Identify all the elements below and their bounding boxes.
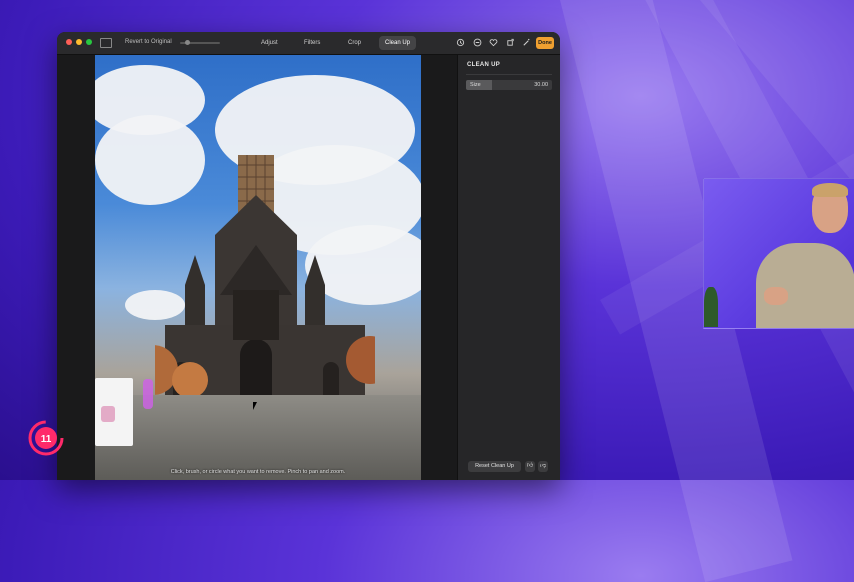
van-logo	[101, 406, 115, 422]
rotate-icon[interactable]	[506, 38, 515, 47]
zoom-slider-knob[interactable]	[185, 40, 190, 45]
logo-text: 11	[41, 434, 52, 445]
reset-clean-up-button[interactable]: Reset Clean Up	[468, 461, 521, 472]
tab-crop[interactable]: Crop	[342, 36, 367, 50]
tab-filters[interactable]: Filters	[298, 36, 326, 50]
presenter-hair	[812, 183, 848, 197]
zoom-window-button[interactable]	[86, 39, 92, 45]
close-window-button[interactable]	[66, 39, 72, 45]
tab-adjust[interactable]: Adjust	[255, 36, 284, 50]
minimize-window-button[interactable]	[76, 39, 82, 45]
toolbar: Revert to Original Adjust Filters Crop C…	[57, 32, 560, 55]
selected-object-highlight[interactable]	[143, 379, 153, 409]
presenter	[756, 243, 854, 328]
presenter-hand	[764, 287, 788, 305]
info-icon[interactable]	[473, 38, 482, 47]
done-button[interactable]: Done	[536, 37, 554, 49]
cathedral-illustration	[155, 155, 375, 400]
plant	[704, 287, 718, 327]
white-van	[95, 378, 133, 446]
cleanup-hint-text: Click, brush, or circle what you want to…	[170, 469, 346, 475]
size-label: Size	[470, 82, 481, 88]
favorite-icon[interactable]	[489, 38, 498, 47]
channel-logo: 11	[28, 420, 64, 456]
brush-size-slider[interactable]: Size 30.00	[466, 80, 552, 90]
tab-clean-up[interactable]: Clean Up	[379, 36, 417, 50]
size-value: 30.00	[534, 82, 548, 88]
thumbs-down-icon[interactable]: 👎︎	[538, 461, 548, 472]
revert-to-original-button[interactable]: Revert to Original	[125, 39, 172, 45]
presenter-webcam-overlay	[703, 178, 854, 329]
photos-editor-window: Revert to Original Adjust Filters Crop C…	[57, 32, 560, 480]
mouse-cursor-icon	[253, 402, 261, 410]
thumbs-up-icon[interactable]: 👍︎	[525, 461, 535, 472]
clean-up-panel: CLEAN UP Size 30.00 Reset Clean Up 👍︎ 👎︎	[457, 55, 560, 480]
panel-title: CLEAN UP	[467, 62, 501, 68]
magic-wand-icon[interactable]	[522, 38, 531, 47]
divider	[466, 74, 552, 75]
photo-canvas[interactable]: Click, brush, or circle what you want to…	[57, 55, 457, 480]
cathedral-photo[interactable]: Click, brush, or circle what you want to…	[95, 55, 421, 480]
history-icon[interactable]	[456, 38, 465, 47]
sidebar-toggle-icon[interactable]	[100, 38, 112, 48]
